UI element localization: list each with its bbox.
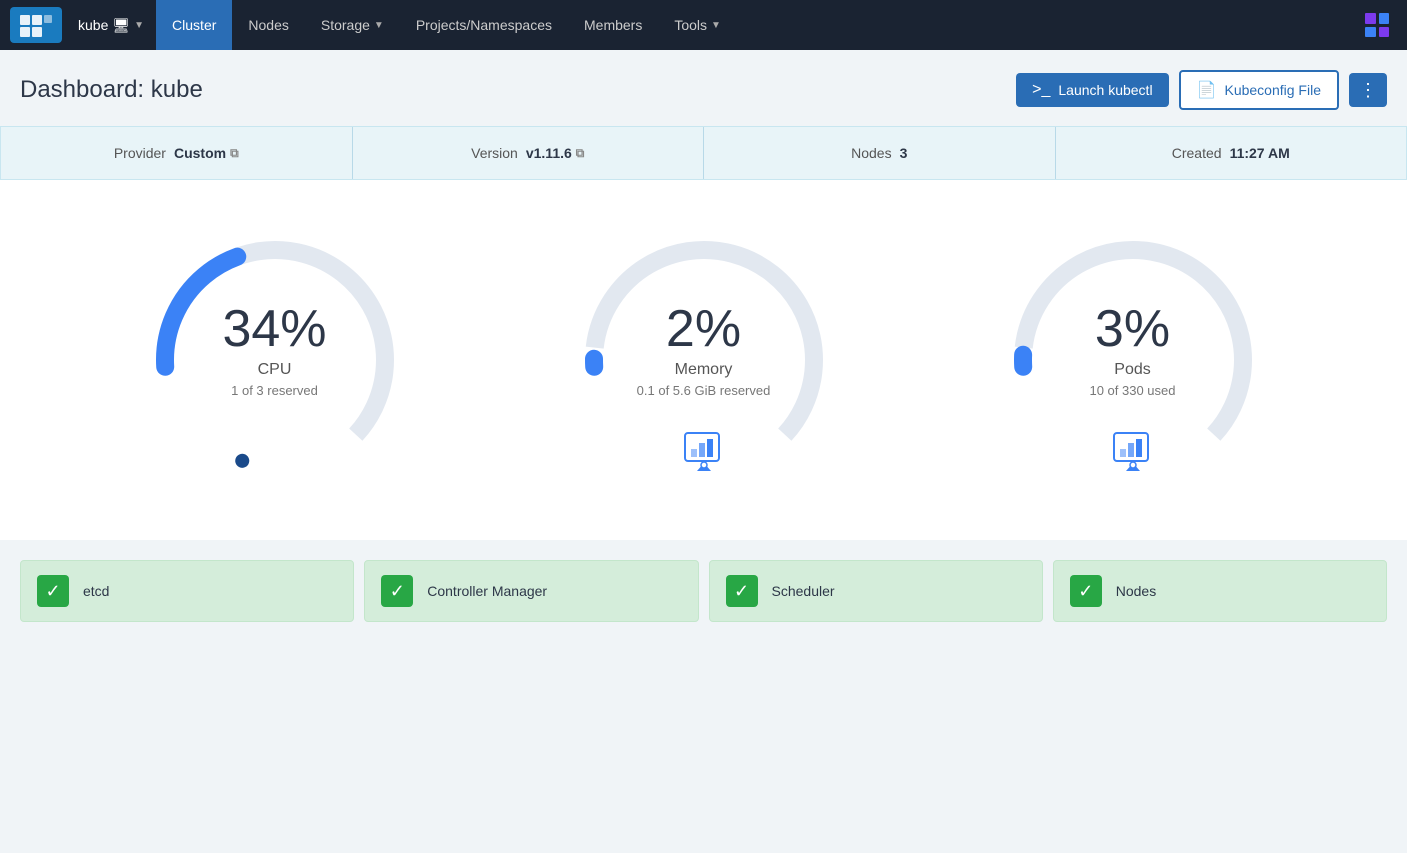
nodes-status-label: Nodes	[1116, 583, 1156, 599]
memory-gauge: 2% Memory 0.1 of 5.6 GiB reserved	[564, 220, 844, 500]
cpu-gauge: 34% CPU 1 of 3 reserved	[135, 220, 415, 500]
grid-icon	[1365, 13, 1389, 37]
status-scheduler: ✓ Scheduler	[709, 560, 1043, 622]
cpu-sub: 1 of 3 reserved	[222, 383, 326, 398]
info-nodes: Nodes 3	[703, 127, 1055, 179]
nodes-check-icon: ✓	[1070, 575, 1102, 607]
header-actions: >_ Launch kubectl 📄 Kubeconfig File ⋮	[1016, 70, 1387, 110]
document-icon: 📄	[1197, 80, 1217, 100]
status-nodes: ✓ Nodes	[1053, 560, 1387, 622]
nav-right	[1357, 5, 1397, 45]
info-version: Version v1.11.6 ⧉	[352, 127, 704, 179]
kubeconfig-button[interactable]: 📄 Kubeconfig File	[1179, 70, 1339, 110]
status-etcd: ✓ etcd	[20, 560, 354, 622]
nav-item-cluster[interactable]: Cluster	[156, 0, 232, 50]
more-options-button[interactable]: ⋮	[1349, 73, 1387, 107]
memory-connector-icon	[677, 427, 731, 486]
navbar: kube 🖥 ▼ Cluster Nodes Storage ▼ Project…	[0, 0, 1407, 50]
memory-percent: 2%	[637, 303, 771, 355]
pods-sub: 10 of 330 used	[1089, 383, 1175, 398]
info-bar: Provider Custom ⧉ Version v1.11.6 ⧉ Node…	[0, 126, 1407, 180]
nav-item-tools[interactable]: Tools ▼	[658, 0, 737, 50]
copy-icon[interactable]: ⧉	[230, 146, 239, 161]
nav-menu: Cluster Nodes Storage ▼ Projects/Namespa…	[156, 0, 737, 50]
chevron-down-icon: ▼	[134, 20, 144, 31]
copy-icon[interactable]: ⧉	[576, 146, 585, 161]
nav-logo[interactable]	[10, 7, 62, 43]
terminal-icon: >_	[1032, 81, 1050, 99]
info-created: Created 11:27 AM	[1055, 127, 1407, 179]
nodes-value: 3	[900, 145, 908, 161]
scheduler-check-icon: ✓	[726, 575, 758, 607]
server-icon: 🖥	[112, 17, 130, 34]
chevron-down-icon: ▼	[374, 20, 384, 31]
memory-sub: 0.1 of 5.6 GiB reserved	[637, 383, 771, 398]
nav-item-members[interactable]: Members	[568, 0, 658, 50]
cpu-gauge-center: 34% CPU 1 of 3 reserved	[222, 303, 326, 398]
pods-label: Pods	[1089, 361, 1175, 379]
info-provider: Provider Custom ⧉	[1, 127, 352, 179]
gauges-section: 34% CPU 1 of 3 reserved 2% Memory 0.1 of…	[0, 180, 1407, 540]
page-header: Dashboard: kube >_ Launch kubectl 📄 Kube…	[0, 50, 1407, 126]
status-controller-manager: ✓ Controller Manager	[364, 560, 698, 622]
chevron-down-icon: ▼	[711, 20, 721, 31]
etcd-label: etcd	[83, 583, 109, 599]
nav-item-storage[interactable]: Storage ▼	[305, 0, 400, 50]
provider-value: Custom ⧉	[174, 145, 239, 161]
created-value: 11:27 AM	[1230, 145, 1290, 161]
kube-selector[interactable]: kube 🖥 ▼	[70, 17, 152, 34]
pods-gauge-center: 3% Pods 10 of 330 used	[1089, 303, 1175, 398]
memory-label: Memory	[637, 361, 771, 379]
launch-kubectl-button[interactable]: >_ Launch kubectl	[1016, 73, 1168, 107]
version-value: v1.11.6 ⧉	[526, 145, 585, 161]
kube-label: kube	[78, 17, 108, 33]
app-switcher-button[interactable]	[1357, 5, 1397, 45]
etcd-check-icon: ✓	[37, 575, 69, 607]
cpu-percent: 34%	[222, 303, 326, 355]
cpu-label: CPU	[222, 361, 326, 379]
pods-gauge: 3% Pods 10 of 330 used	[993, 220, 1273, 500]
pods-connector-icon	[1106, 427, 1160, 486]
status-bar: ✓ etcd ✓ Controller Manager ✓ Scheduler …	[0, 540, 1407, 642]
page-title: Dashboard: kube	[20, 76, 203, 104]
controller-check-icon: ✓	[381, 575, 413, 607]
memory-gauge-center: 2% Memory 0.1 of 5.6 GiB reserved	[637, 303, 771, 398]
nav-item-projects[interactable]: Projects/Namespaces	[400, 0, 568, 50]
scheduler-label: Scheduler	[772, 583, 835, 599]
pods-percent: 3%	[1089, 303, 1175, 355]
controller-label: Controller Manager	[427, 583, 547, 599]
nav-item-nodes[interactable]: Nodes	[232, 0, 304, 50]
